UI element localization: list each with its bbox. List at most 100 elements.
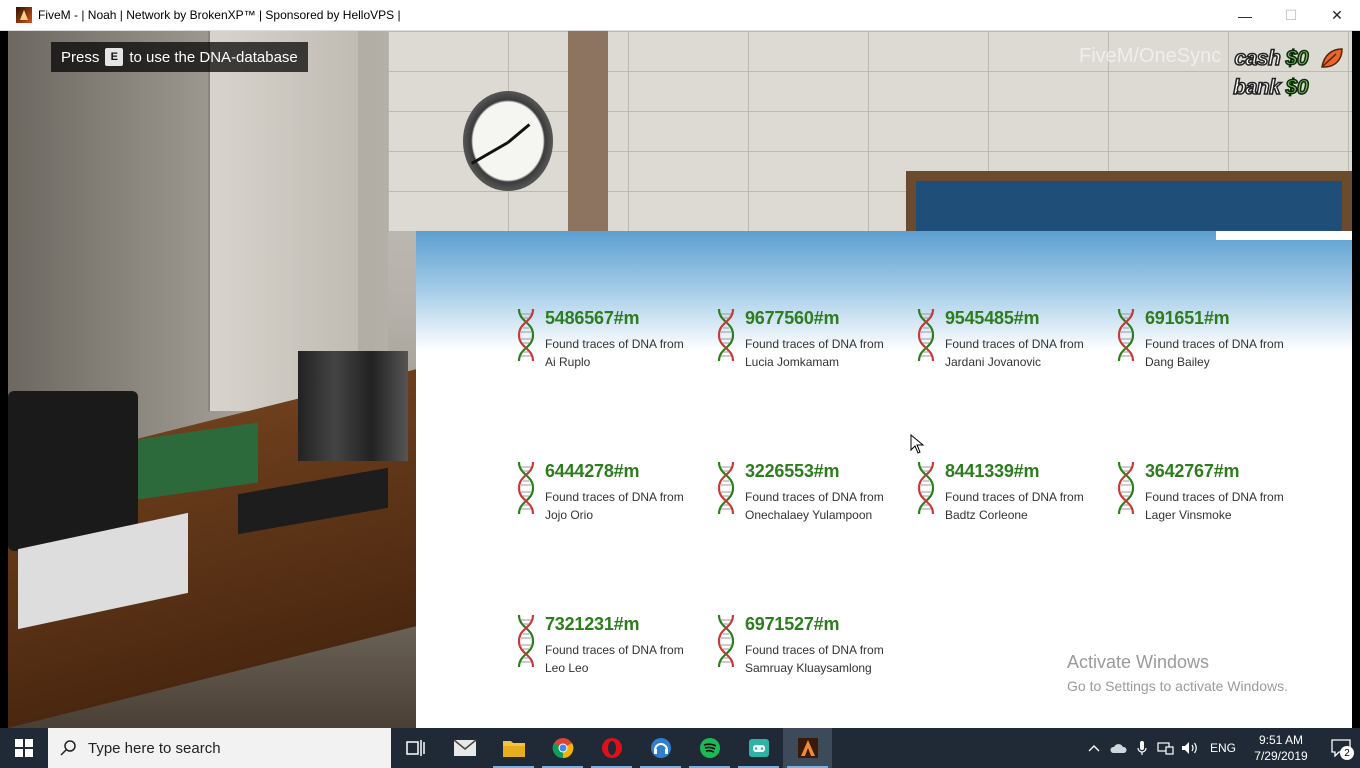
mouse-cursor-icon xyxy=(910,434,925,454)
dna-description: Found traces of DNA from Jojo Orio xyxy=(545,488,715,524)
gamepad-app-icon[interactable] xyxy=(734,728,783,768)
bank-line: bank $0 xyxy=(1233,73,1310,102)
network-icon[interactable] xyxy=(1154,741,1178,755)
dna-entry[interactable]: 3642767#m Found traces of DNA from Lager V… xyxy=(1116,461,1316,531)
dna-description: Found traces of DNA from Lucia Jomkamam xyxy=(745,335,915,371)
dna-description-line: Found traces of DNA from xyxy=(745,337,884,351)
microphone-icon[interactable] xyxy=(1130,740,1154,756)
dna-id: 8441339#m xyxy=(945,461,1040,481)
fivem-app-icon xyxy=(16,7,32,23)
mail-icon[interactable] xyxy=(440,728,489,768)
dna-owner-name: Jardani Jovanovic xyxy=(945,355,1042,369)
dna-id: 3226553#m xyxy=(745,461,840,481)
dna-owner-name: Jojo Orio xyxy=(545,508,594,522)
file-explorer-icon[interactable] xyxy=(489,728,538,768)
window-controls: — ☐ ✕ xyxy=(1222,0,1360,31)
close-button[interactable]: ✕ xyxy=(1314,0,1360,31)
task-view-icon[interactable] xyxy=(391,728,440,768)
window-titlebar: FiveM - | Noah | Network by BrokenXP™ | … xyxy=(0,0,1360,31)
dna-owner-name: Leo Leo xyxy=(545,661,589,675)
dna-owner-name: Badtz Corleone xyxy=(945,508,1028,522)
watermark-heading: Activate Windows xyxy=(1067,652,1210,672)
interaction-hint: Press E to use the DNA-database xyxy=(51,42,308,72)
dna-helix-icon xyxy=(517,308,535,362)
chrome-icon[interactable] xyxy=(538,728,587,768)
onedrive-icon[interactable] xyxy=(1106,742,1130,754)
hint-text: to use the DNA-database xyxy=(129,48,298,66)
dna-entry[interactable]: 9677560#m Found traces of DNA from Lucia J… xyxy=(716,308,916,378)
dna-entry[interactable]: 9545485#m Found traces of DNA from Jardani… xyxy=(916,308,1116,378)
dna-entry[interactable]: 6444278#m Found traces of DNA from Jojo Or… xyxy=(516,461,716,531)
spotify-icon[interactable] xyxy=(685,728,734,768)
dna-description-line: Found traces of DNA from xyxy=(545,337,684,351)
dna-description-line: Found traces of DNA from xyxy=(1145,337,1284,351)
taskbar-clock[interactable]: 9:51 AM 7/29/2019 xyxy=(1246,732,1316,764)
scene-beam xyxy=(568,31,608,231)
cash-line: cash $0 xyxy=(1233,44,1310,73)
taskbar-apps xyxy=(391,728,832,768)
dna-id: 6971527#m xyxy=(745,614,840,634)
maximize-button[interactable]: ☐ xyxy=(1268,0,1314,31)
dna-description: Found traces of DNA from Dang Bailey xyxy=(1145,335,1315,371)
dna-description-line: Found traces of DNA from xyxy=(545,643,684,657)
minimize-button[interactable]: — xyxy=(1222,0,1268,31)
dna-entry[interactable]: 5486567#m Found traces of DNA from Ai Rupl… xyxy=(516,308,716,378)
start-button[interactable] xyxy=(0,728,48,768)
dna-helix-icon xyxy=(917,308,935,362)
server-tag: FiveM/OneSync xyxy=(1079,45,1222,67)
dna-description: Found traces of DNA from Badtz Corleone xyxy=(945,488,1115,524)
activate-windows-watermark: Activate Windows Go to Settings to activ… xyxy=(1067,652,1288,694)
dna-helix-icon xyxy=(517,614,535,668)
dna-helix-icon xyxy=(717,308,735,362)
dna-description: Found traces of DNA from Leo Leo xyxy=(545,641,715,677)
dna-entry[interactable]: 6971527#m Found traces of DNA from Samruay… xyxy=(716,614,916,684)
dna-description: Found traces of DNA from Samruay Kluaysam… xyxy=(745,641,915,677)
language-indicator[interactable]: ENG xyxy=(1210,741,1236,755)
leaf-icon xyxy=(1321,48,1343,68)
dna-description-line: Found traces of DNA from xyxy=(1145,490,1284,504)
dna-id: 691651#m xyxy=(1145,308,1230,328)
cash-value: $0 xyxy=(1285,46,1309,71)
cash-label: cash xyxy=(1234,46,1282,71)
dna-id: 5486567#m xyxy=(545,308,640,328)
dna-id: 6444278#m xyxy=(545,461,640,481)
scene-binders xyxy=(298,351,408,461)
search-placeholder: Type here to search xyxy=(88,739,221,757)
dna-helix-icon xyxy=(1117,308,1135,362)
dna-helix-icon xyxy=(1117,461,1135,515)
dna-entry[interactable]: 691651#m Found traces of DNA from Dang Bai… xyxy=(1116,308,1316,378)
system-tray: ENG 9:51 AM 7/29/2019 2 xyxy=(1082,728,1360,768)
dna-entry[interactable]: 8441339#m Found traces of DNA from Badtz C… xyxy=(916,461,1116,531)
window-title: FiveM - | Noah | Network by BrokenXP™ | … xyxy=(38,8,401,22)
money-hud: cash $0 bank $0 xyxy=(1233,44,1310,102)
fivem-icon[interactable] xyxy=(783,728,832,768)
chevron-up-icon[interactable] xyxy=(1082,744,1106,752)
teamspeak-icon[interactable] xyxy=(636,728,685,768)
dna-helix-icon xyxy=(517,461,535,515)
dna-description-line: Found traces of DNA from xyxy=(745,490,884,504)
dna-description: Found traces of DNA from Onechalaey Yulam… xyxy=(745,488,915,524)
clock-date: 7/29/2019 xyxy=(1254,749,1308,763)
dna-description: Found traces of DNA from Lager Vinsmoke xyxy=(1145,488,1315,524)
dna-description-line: Found traces of DNA from xyxy=(545,490,684,504)
dna-description-line: Found traces of DNA from xyxy=(945,490,1084,504)
panel-top-bar xyxy=(1216,231,1352,240)
search-icon xyxy=(60,740,76,756)
dna-owner-name: Samruay Kluaysamlong xyxy=(745,661,872,675)
dna-helix-icon xyxy=(917,461,935,515)
dna-helix-icon xyxy=(717,461,735,515)
dna-owner-name: Ai Ruplo xyxy=(545,355,591,369)
dna-entry[interactable]: 7321231#m Found traces of DNA from Leo Leo xyxy=(516,614,716,684)
windows-logo-icon xyxy=(15,739,33,757)
action-center-button[interactable]: 2 xyxy=(1322,728,1360,768)
taskbar-search-box[interactable]: Type here to search xyxy=(48,728,391,768)
opera-icon[interactable] xyxy=(587,728,636,768)
dna-owner-name: Onechalaey Yulampoon xyxy=(745,508,873,522)
clock-time: 9:51 AM xyxy=(1258,733,1304,747)
dna-entry[interactable]: 3226553#m Found traces of DNA from Onechal… xyxy=(716,461,916,531)
dna-id: 9545485#m xyxy=(945,308,1040,328)
hint-key-badge: E xyxy=(105,48,124,66)
dna-description-line: Found traces of DNA from xyxy=(745,643,884,657)
volume-icon[interactable] xyxy=(1178,741,1202,755)
dna-helix-icon xyxy=(717,614,735,668)
